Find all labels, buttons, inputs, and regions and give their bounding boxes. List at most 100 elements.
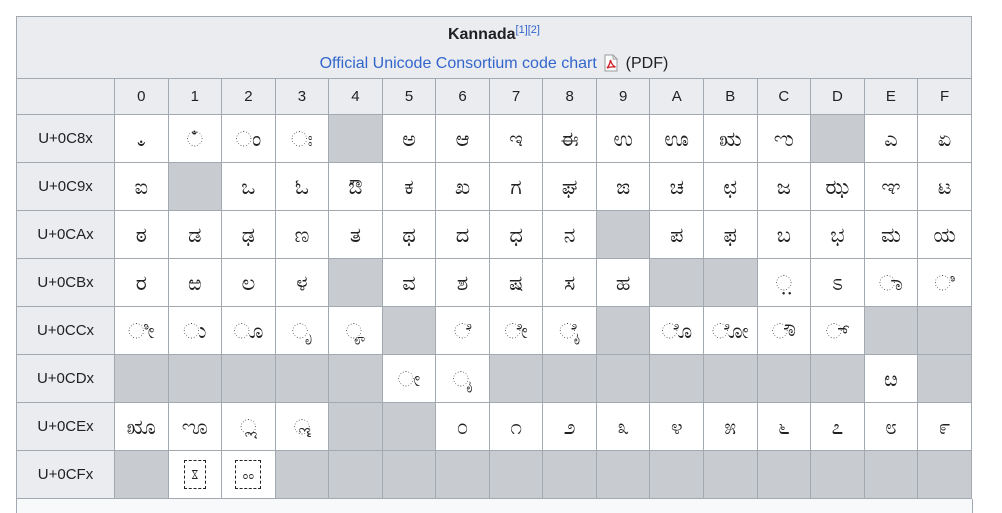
code-point-cell[interactable]: ಁ [167,114,223,163]
code-point-cell[interactable]: ೂ [221,306,276,355]
code-point-cell[interactable]: ಱ [167,258,223,307]
pdf-icon[interactable] [603,54,619,72]
code-point-cell[interactable]: ಊ [649,114,705,163]
code-point-cell[interactable]: ಗ [488,162,544,211]
code-point-cell[interactable]: ವ [381,258,437,307]
code-point-cell[interactable]: ಲ [221,258,276,307]
glyph: ೢ [240,414,257,439]
code-point-cell[interactable]: ೃ [274,306,330,355]
code-point-cell[interactable]: ಧ [488,210,544,259]
code-point-cell[interactable]: ೄ [328,306,383,355]
code-point-cell[interactable]: ೮ [863,402,919,451]
code-point-cell[interactable]: ಬ [756,210,812,259]
code-point-cell[interactable]: ಉ [595,114,651,163]
code-point-cell[interactable]: ಭ [810,210,865,259]
code-point-cell[interactable]: ಒ [221,162,276,211]
glyph: ಈ [560,126,579,151]
code-point-cell[interactable]: ೋ [703,306,758,355]
unassigned-cell [328,258,383,307]
code-point-cell[interactable]: ದ [435,210,490,259]
code-point-cell[interactable]: ಈ [542,114,597,163]
code-point-cell[interactable]: ಜ [756,162,812,211]
code-point-cell[interactable]: ಥ [381,210,437,259]
code-point-cell[interactable]: ೬ [756,402,812,451]
code-point-cell[interactable]: ತ [328,210,383,259]
code-point-cell[interactable]: ಷ [488,258,544,307]
code-point-cell[interactable]: ೆ [435,306,490,355]
reference-link-2[interactable]: [2] [528,24,540,36]
code-point-cell[interactable]: ೡ [167,402,223,451]
reference-link-1[interactable]: [1] [516,24,528,36]
code-point-cell[interactable]: ೦ [435,402,490,451]
code-point-cell[interactable]: ಎ [863,114,919,163]
code-point-cell[interactable]: ಚ [649,162,705,211]
code-point-cell[interactable]: ಕ [381,162,437,211]
code-point-cell[interactable]: ನ [542,210,597,259]
code-point-cell[interactable]: ೖ [435,354,490,403]
code-point-cell[interactable]: ೌ [756,306,812,355]
code-point-cell[interactable]: ೈ [542,306,597,355]
code-point-cell[interactable]: ೱ [167,450,223,499]
code-point-cell[interactable]: ೇ [488,306,544,355]
code-point-cell[interactable]: ೨ [542,402,597,451]
code-point-cell[interactable]: ೫ [703,402,758,451]
code-point-cell[interactable]: ೧ [488,402,544,451]
code-point-cell[interactable]: ಼ [756,258,812,307]
code-point-cell[interactable]: ೩ [595,402,651,451]
code-point-cell[interactable]: ಫ [703,210,758,259]
code-point-cell[interactable]: ೕ [381,354,437,403]
code-point-cell[interactable]: ಯ [917,210,972,259]
code-point-cell[interactable]: ಮ [863,210,919,259]
code-point-cell[interactable]: ೯ [917,402,972,451]
code-point-cell[interactable]: ಙ [595,162,651,211]
code-point-cell[interactable]: ಪ [649,210,705,259]
code-point-cell[interactable]: ಿ [917,258,972,307]
code-point-cell[interactable]: ಣ [274,210,330,259]
code-point-cell[interactable]: ್ [810,306,865,355]
code-point-cell[interactable]: ೭ [810,402,865,451]
code-point-cell[interactable]: ಛ [703,162,758,211]
code-point-cell[interactable]: ೊ [649,306,705,355]
glyph: ಭ [830,222,845,247]
table-row: U+0CAx ಠ ಡ ಢ ಣ ತ ಥ ದ ಧ ನ ಪ ಫ ಬ ಭ ಮ ಯ [16,210,972,259]
code-point-cell[interactable]: ಀ [114,114,169,163]
code-point-cell[interactable]: ೪ [649,402,705,451]
code-point-cell[interactable]: ಔ [328,162,383,211]
code-point-cell[interactable]: ಢ [221,210,276,259]
code-point-cell[interactable]: ೢ [221,402,276,451]
code-point-cell[interactable]: ಠ [114,210,169,259]
glyph: ಸ [564,270,576,295]
code-point-cell[interactable]: ಞ [863,162,919,211]
code-point-cell[interactable]: ಅ [381,114,437,163]
code-point-cell[interactable]: ಐ [114,162,169,211]
code-point-cell[interactable]: ಋ [703,114,758,163]
code-point-cell[interactable]: ಝ [810,162,865,211]
code-point-cell[interactable]: ಡ [167,210,223,259]
code-point-cell[interactable]: ೲ [221,450,276,499]
code-point-cell[interactable]: ಸ [542,258,597,307]
code-point-cell[interactable]: ೞ [863,354,919,403]
code-point-cell[interactable]: ಂ [221,114,276,163]
unicode-chart-link[interactable]: Official Unicode Consortium code chart [320,55,597,72]
code-point-cell[interactable]: ಾ [863,258,919,307]
code-point-cell[interactable]: ಆ [435,114,490,163]
code-point-cell[interactable]: ೣ [274,402,330,451]
code-point-cell[interactable]: ು [167,306,223,355]
code-point-cell[interactable]: ಹ [595,258,651,307]
code-point-cell[interactable]: ಇ [488,114,544,163]
code-point-cell[interactable]: ರ [114,258,169,307]
code-point-cell[interactable]: ಏ [917,114,972,163]
glyph: ಮ [880,222,901,247]
code-point-cell[interactable]: ಽ [810,258,865,307]
code-point-cell[interactable]: ಘ [542,162,597,211]
code-point-cell[interactable]: ಓ [274,162,330,211]
code-point-cell[interactable]: ಳ [274,258,330,307]
code-point-cell[interactable]: ಶ [435,258,490,307]
code-point-cell[interactable]: ೠ [114,402,169,451]
glyph: ಀ [136,126,146,151]
code-point-cell[interactable]: ಌ [756,114,812,163]
code-point-cell[interactable]: ೀ [114,306,169,355]
code-point-cell[interactable]: ಖ [435,162,490,211]
code-point-cell[interactable]: ಟ [917,162,972,211]
code-point-cell[interactable]: ಃ [274,114,330,163]
